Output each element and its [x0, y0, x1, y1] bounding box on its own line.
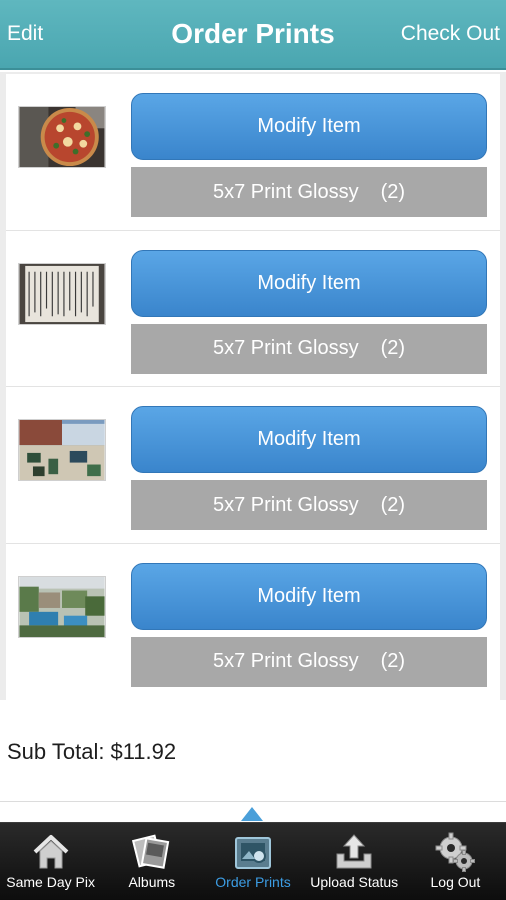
- tab-order-prints[interactable]: Order Prints: [202, 823, 303, 900]
- house-icon: [33, 835, 68, 869]
- print-option-label: 5x7 Print Glossy: [212, 493, 359, 516]
- order-item-row: Modify Item 5x7 Print Glossy (2): [6, 231, 500, 387]
- street-photo-thumbnail[interactable]: [18, 419, 106, 481]
- modify-item-button[interactable]: Modify Item: [131, 562, 487, 630]
- subtotal-amount: $11.92: [110, 739, 177, 764]
- tab-label: Same Day Pix: [6, 874, 95, 890]
- upload-tray-icon: [336, 834, 372, 869]
- modify-item-button[interactable]: Modify Item: [131, 93, 487, 160]
- subtotal-text: Sub Total: $11.92: [7, 739, 176, 765]
- print-quantity: (2): [380, 180, 406, 203]
- print-quantity: (2): [380, 493, 406, 516]
- subtotal-label: Sub Total:: [7, 739, 105, 764]
- print-option-label: 5x7 Print Glossy: [212, 650, 359, 672]
- order-item-row: Modify Item 5x7 Print Glossy (2): [6, 544, 500, 701]
- print-option-button[interactable]: 5x7 Print Glossy (2): [131, 323, 487, 374]
- print-option-label: 5x7 Print Glossy: [212, 180, 359, 203]
- resort-pool-photo-thumbnail[interactable]: [18, 575, 106, 638]
- order-item-row: Modify Item 5x7 Print Glossy (2): [6, 74, 500, 231]
- print-option-button[interactable]: 5x7 Print Glossy (2): [131, 167, 487, 217]
- pizza-photo-thumbnail[interactable]: [18, 106, 106, 168]
- tab-upload-status[interactable]: Upload Status: [304, 823, 405, 900]
- tab-label: Log Out: [430, 874, 481, 890]
- print-option-button[interactable]: 5x7 Print Glossy (2): [131, 636, 487, 687]
- print-option-button[interactable]: 5x7 Print Glossy (2): [131, 480, 487, 530]
- modify-item-button[interactable]: Modify Item: [131, 406, 487, 473]
- edit-button[interactable]: Edit: [7, 22, 43, 46]
- active-tab-indicator: [241, 807, 263, 821]
- tab-same-day-pix[interactable]: Same Day Pix: [0, 823, 101, 900]
- check-out-button[interactable]: Check Out: [401, 22, 500, 46]
- order-list[interactable]: Modify Item 5x7 Print Glossy (2) Modify …: [6, 74, 500, 700]
- order-item-row: Modify Item 5x7 Print Glossy (2): [6, 387, 500, 544]
- photo-stack-icon: [131, 834, 170, 869]
- tab-log-out[interactable]: Log Out: [405, 823, 506, 900]
- modify-item-button[interactable]: Modify Item: [131, 249, 487, 317]
- tab-label: Upload Status: [310, 874, 399, 890]
- subtotal-panel: Sub Total: $11.92: [0, 700, 506, 802]
- top-nav-bar: Edit Order Prints Check Out: [0, 0, 506, 70]
- document-photo-thumbnail[interactable]: [18, 262, 106, 325]
- tab-label: Order Prints: [215, 874, 291, 890]
- order-list-container: Modify Item 5x7 Print Glossy (2) Modify …: [0, 72, 506, 700]
- bottom-tab-bar: Same Day Pix Albums Order Prints Upload …: [0, 822, 506, 900]
- tab-albums[interactable]: Albums: [101, 823, 202, 900]
- print-option-label: 5x7 Print Glossy: [212, 337, 359, 359]
- print-quantity: (2): [380, 337, 406, 359]
- gears-icon: [435, 832, 476, 872]
- print-quantity: (2): [380, 650, 406, 672]
- tab-label: Albums: [128, 874, 176, 890]
- print-photo-icon: [235, 837, 271, 869]
